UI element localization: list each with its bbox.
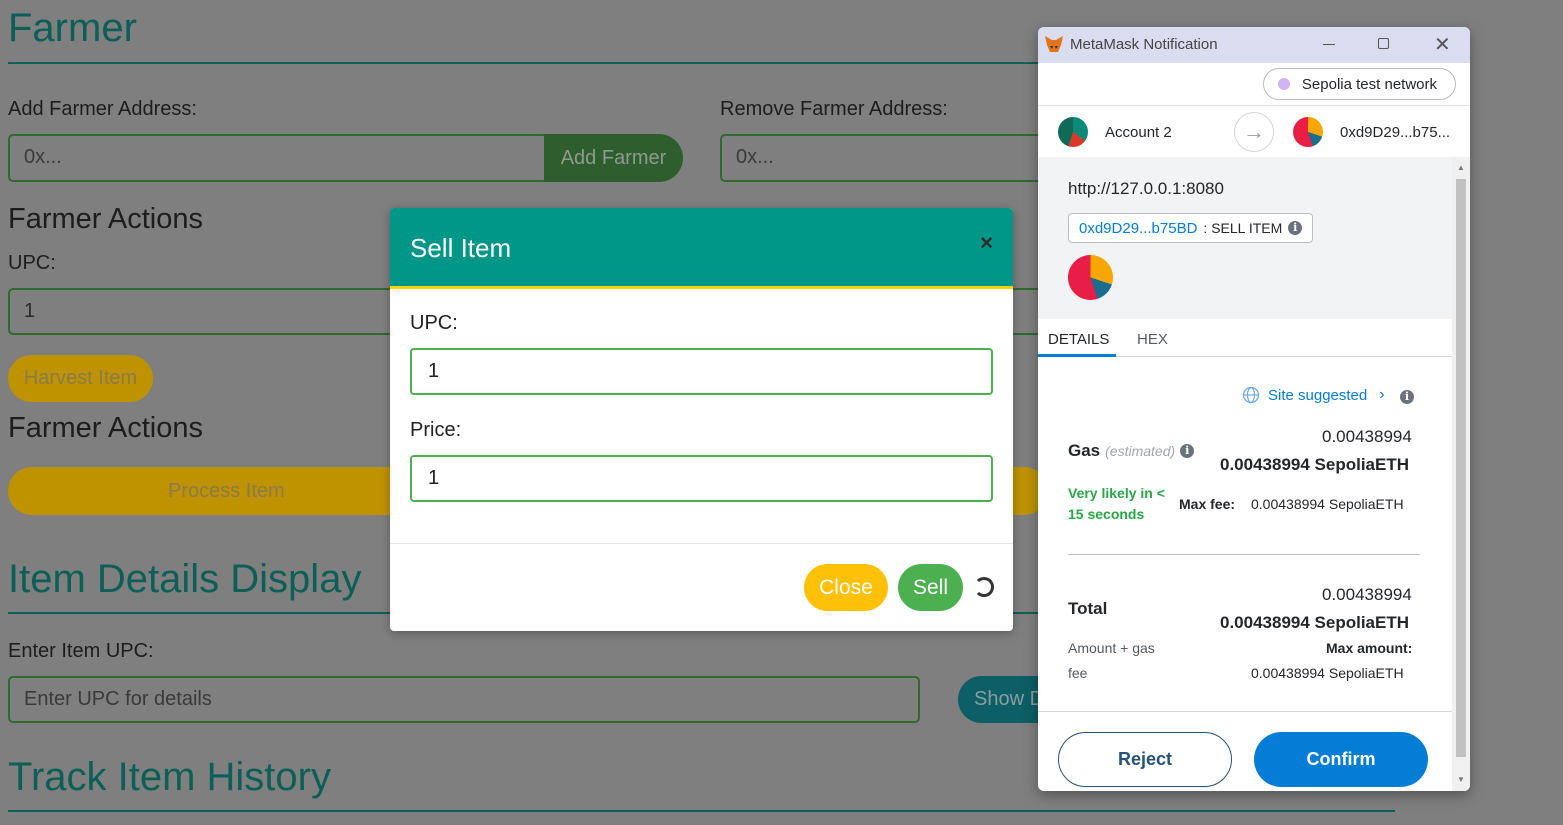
remove-farmer-label: Remove Farmer Address: <box>720 98 948 120</box>
max-fee-value: 0.00438994 SepoliaETH <box>1251 496 1404 512</box>
total-value-eth: 0.00438994 SepoliaETH <box>1220 613 1410 632</box>
info-icon: i <box>1288 221 1303 235</box>
amount-gas-line2: fee <box>1068 665 1088 681</box>
arrow-right-icon: → <box>1234 112 1274 152</box>
origin-url: http://127.0.0.1:8080 <box>1068 179 1224 198</box>
remove-farmer-input[interactable]: 0x... <box>720 134 1050 182</box>
gas-value: 0.00438994 <box>1322 427 1412 446</box>
total-label: Total <box>1068 599 1108 618</box>
scroll-up-icon[interactable]: ▲ <box>1457 163 1465 172</box>
farmer-actions-heading-2: Farmer Actions <box>8 412 203 444</box>
footer-divider <box>1038 711 1452 712</box>
max-amount-label: Max amount: <box>1326 640 1413 656</box>
track-history-heading: Track Item History <box>8 755 331 799</box>
divider <box>8 62 1038 64</box>
max-amount-value: 0.00438994 SepoliaETH <box>1251 665 1404 681</box>
scrollbar-thumb[interactable] <box>1456 179 1466 757</box>
modal-price-label: Price: <box>410 419 462 441</box>
section-divider <box>1068 554 1420 555</box>
info-icon: i <box>1180 444 1195 458</box>
minimize-icon[interactable] <box>1323 44 1335 45</box>
likely-time-line2: 15 seconds <box>1068 506 1145 522</box>
origin-area: http://127.0.0.1:8080 0xd9D29...b75BD : … <box>1038 157 1452 319</box>
info-icon: i <box>1400 390 1414 404</box>
from-account[interactable]: Account 2 <box>1105 124 1172 141</box>
tab-details[interactable]: DETAILS <box>1048 331 1109 348</box>
network-row: Sepolia test network <box>1038 63 1470 106</box>
gas-label-group: Gas (estimated) i <box>1068 441 1195 461</box>
gas-label: Gas <box>1068 441 1101 460</box>
upc-label: UPC: <box>8 252 56 274</box>
confirmation-body: http://127.0.0.1:8080 0xd9D29...b75BD : … <box>1038 157 1452 791</box>
scrollbar[interactable]: ▲ ▼ <box>1452 157 1470 791</box>
enter-upc-input[interactable]: Enter UPC for details <box>8 676 920 723</box>
reject-button[interactable]: Reject <box>1058 732 1232 787</box>
metamask-fox-icon <box>1045 36 1063 52</box>
modal-price-input[interactable]: 1 <box>410 455 993 502</box>
contract-avatar <box>1068 255 1113 300</box>
contract-address-link[interactable]: 0xd9D29...b75BD <box>1079 220 1197 237</box>
total-value: 0.00438994 <box>1322 585 1412 604</box>
window-title: MetaMask Notification <box>1070 36 1218 53</box>
active-tab-indicator <box>1038 354 1116 357</box>
max-fee-label: Max fee: <box>1179 496 1236 512</box>
sell-item-modal: Sell Item × UPC: 1 Price: 1 Close Sell <box>390 208 1013 631</box>
add-farmer-input[interactable]: 0x... <box>8 134 548 182</box>
scroll-down-icon[interactable]: ▼ <box>1457 775 1465 784</box>
enter-upc-label: Enter Item UPC: <box>8 640 154 662</box>
modal-header: Sell Item × <box>390 208 1013 289</box>
metamask-window: MetaMask Notification ✕ Sepolia test net… <box>1038 27 1470 791</box>
to-account[interactable]: 0xd9D29...b75... <box>1340 124 1450 141</box>
accounts-row: Account 2 → 0xd9D29...b75... <box>1038 106 1470 159</box>
modal-divider <box>390 543 1013 544</box>
modal-upc-label: UPC: <box>410 312 458 334</box>
gas-value-eth: 0.00438994 SepoliaETH <box>1220 455 1410 474</box>
network-name: Sepolia test network <box>1301 75 1437 93</box>
recipient-avatar <box>1293 117 1323 147</box>
divider <box>8 810 1395 812</box>
add-farmer-button[interactable]: Add Farmer <box>544 134 683 182</box>
method-badge: 0xd9D29...b75BD : SELL ITEM i <box>1068 213 1314 243</box>
maximize-icon[interactable] <box>1378 38 1389 49</box>
network-selector[interactable]: Sepolia test network <box>1262 68 1456 100</box>
harvest-item-button[interactable]: Harvest Item <box>8 355 153 402</box>
modal-title: Sell Item <box>410 233 512 263</box>
sell-button[interactable]: Sell <box>898 564 963 611</box>
window-close-icon[interactable]: ✕ <box>1434 32 1451 57</box>
account-avatar <box>1058 117 1088 147</box>
modal-close-button[interactable]: Close <box>804 564 888 611</box>
item-details-heading: Item Details Display <box>8 557 362 601</box>
gas-estimated-label: (estimated) <box>1105 443 1176 459</box>
farmer-actions-heading: Farmer Actions <box>8 203 203 235</box>
chevron-right-icon: › <box>1379 386 1385 403</box>
confirm-button[interactable]: Confirm <box>1254 732 1428 787</box>
tab-hex[interactable]: HEX <box>1137 331 1168 348</box>
window-titlebar: MetaMask Notification ✕ <box>1038 27 1470 63</box>
spinner-icon <box>974 577 994 597</box>
method-name: : SELL ITEM <box>1203 220 1283 236</box>
close-icon[interactable]: × <box>980 230 993 256</box>
globe-icon <box>1242 386 1260 404</box>
network-dot-icon <box>1277 78 1290 90</box>
modal-upc-input[interactable]: 1 <box>410 348 993 395</box>
site-suggested-label: Site suggested <box>1268 386 1368 404</box>
site-suggested-link[interactable]: Site suggested › <box>1242 386 1385 404</box>
add-farmer-label: Add Farmer Address: <box>8 98 197 120</box>
farmer-heading: Farmer <box>8 6 137 50</box>
likely-time-line1: Very likely in < <box>1068 485 1165 501</box>
amount-gas-line1: Amount + gas <box>1068 640 1155 656</box>
